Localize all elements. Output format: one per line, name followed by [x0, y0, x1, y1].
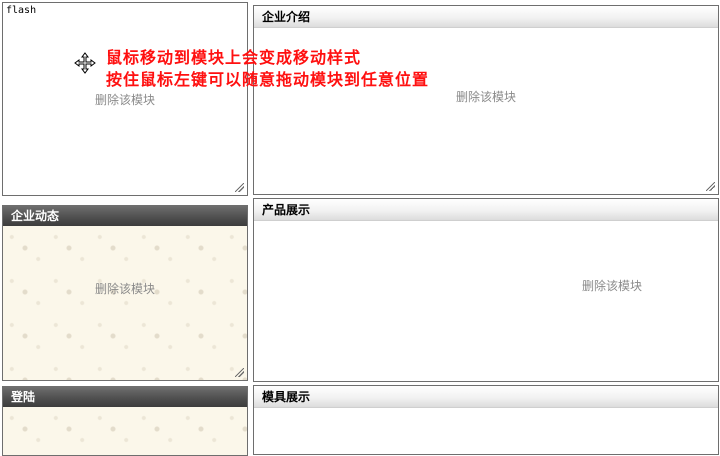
- delete-module-link[interactable]: 删除该模块: [95, 91, 155, 108]
- molds-module[interactable]: 模具展示: [253, 385, 719, 455]
- module-header[interactable]: 企业介绍: [254, 6, 718, 28]
- module-title: 模具展示: [262, 390, 311, 404]
- delete-module-link[interactable]: 删除该模块: [456, 88, 516, 105]
- annotation-line-2: 按住鼠标左键可以随意拖动模块到任意位置: [106, 70, 430, 89]
- resize-grip-icon[interactable]: [235, 368, 244, 377]
- module-title: 产品展示: [262, 203, 311, 217]
- module-title: 登陆: [11, 390, 36, 404]
- module-header[interactable]: 模具展示: [254, 386, 718, 408]
- annotation-line-1: 鼠标移动到模块上会变成移动样式: [106, 48, 362, 67]
- delete-module-link[interactable]: 删除该模块: [95, 280, 155, 297]
- resize-grip-icon[interactable]: [706, 182, 715, 191]
- flash-module[interactable]: flash 删除该模块: [2, 2, 248, 196]
- pattern-background: [3, 226, 247, 380]
- products-module[interactable]: 产品展示 删除该模块: [253, 198, 719, 382]
- company-intro-module[interactable]: 企业介绍 删除该模块: [253, 5, 719, 195]
- login-module[interactable]: 登陆: [2, 386, 248, 456]
- module-header[interactable]: 企业动态: [3, 206, 247, 226]
- module-header[interactable]: 产品展示: [254, 199, 718, 221]
- pattern-background: [3, 407, 247, 455]
- flash-label: flash: [6, 5, 37, 16]
- move-cursor-icon: [74, 52, 96, 74]
- delete-module-link[interactable]: 删除该模块: [582, 277, 642, 294]
- module-header[interactable]: 登陆: [3, 387, 247, 407]
- module-title: 企业介绍: [262, 10, 311, 24]
- company-news-module[interactable]: 企业动态 删除该模块: [2, 205, 248, 381]
- module-title: 企业动态: [11, 209, 60, 223]
- resize-grip-icon[interactable]: [235, 183, 244, 192]
